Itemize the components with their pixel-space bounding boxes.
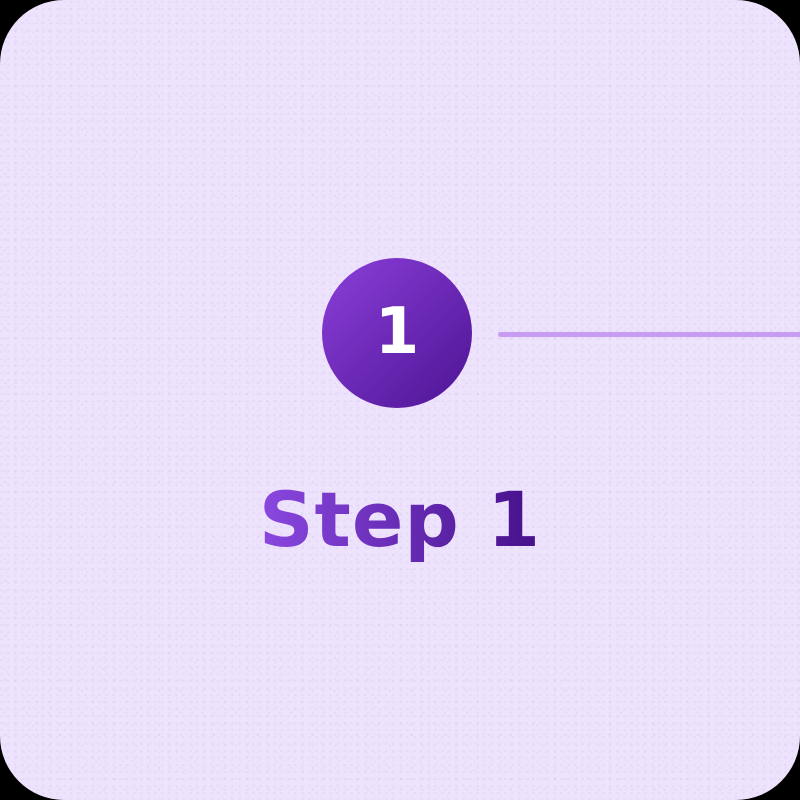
step-label: Step 1 xyxy=(0,470,800,570)
step-number-badge: 1 xyxy=(322,258,472,408)
step-number: 1 xyxy=(374,295,420,369)
step-card: 1 Step 1 xyxy=(0,0,800,800)
connector-line xyxy=(498,332,800,337)
step-label-text: Step 1 xyxy=(258,475,542,564)
